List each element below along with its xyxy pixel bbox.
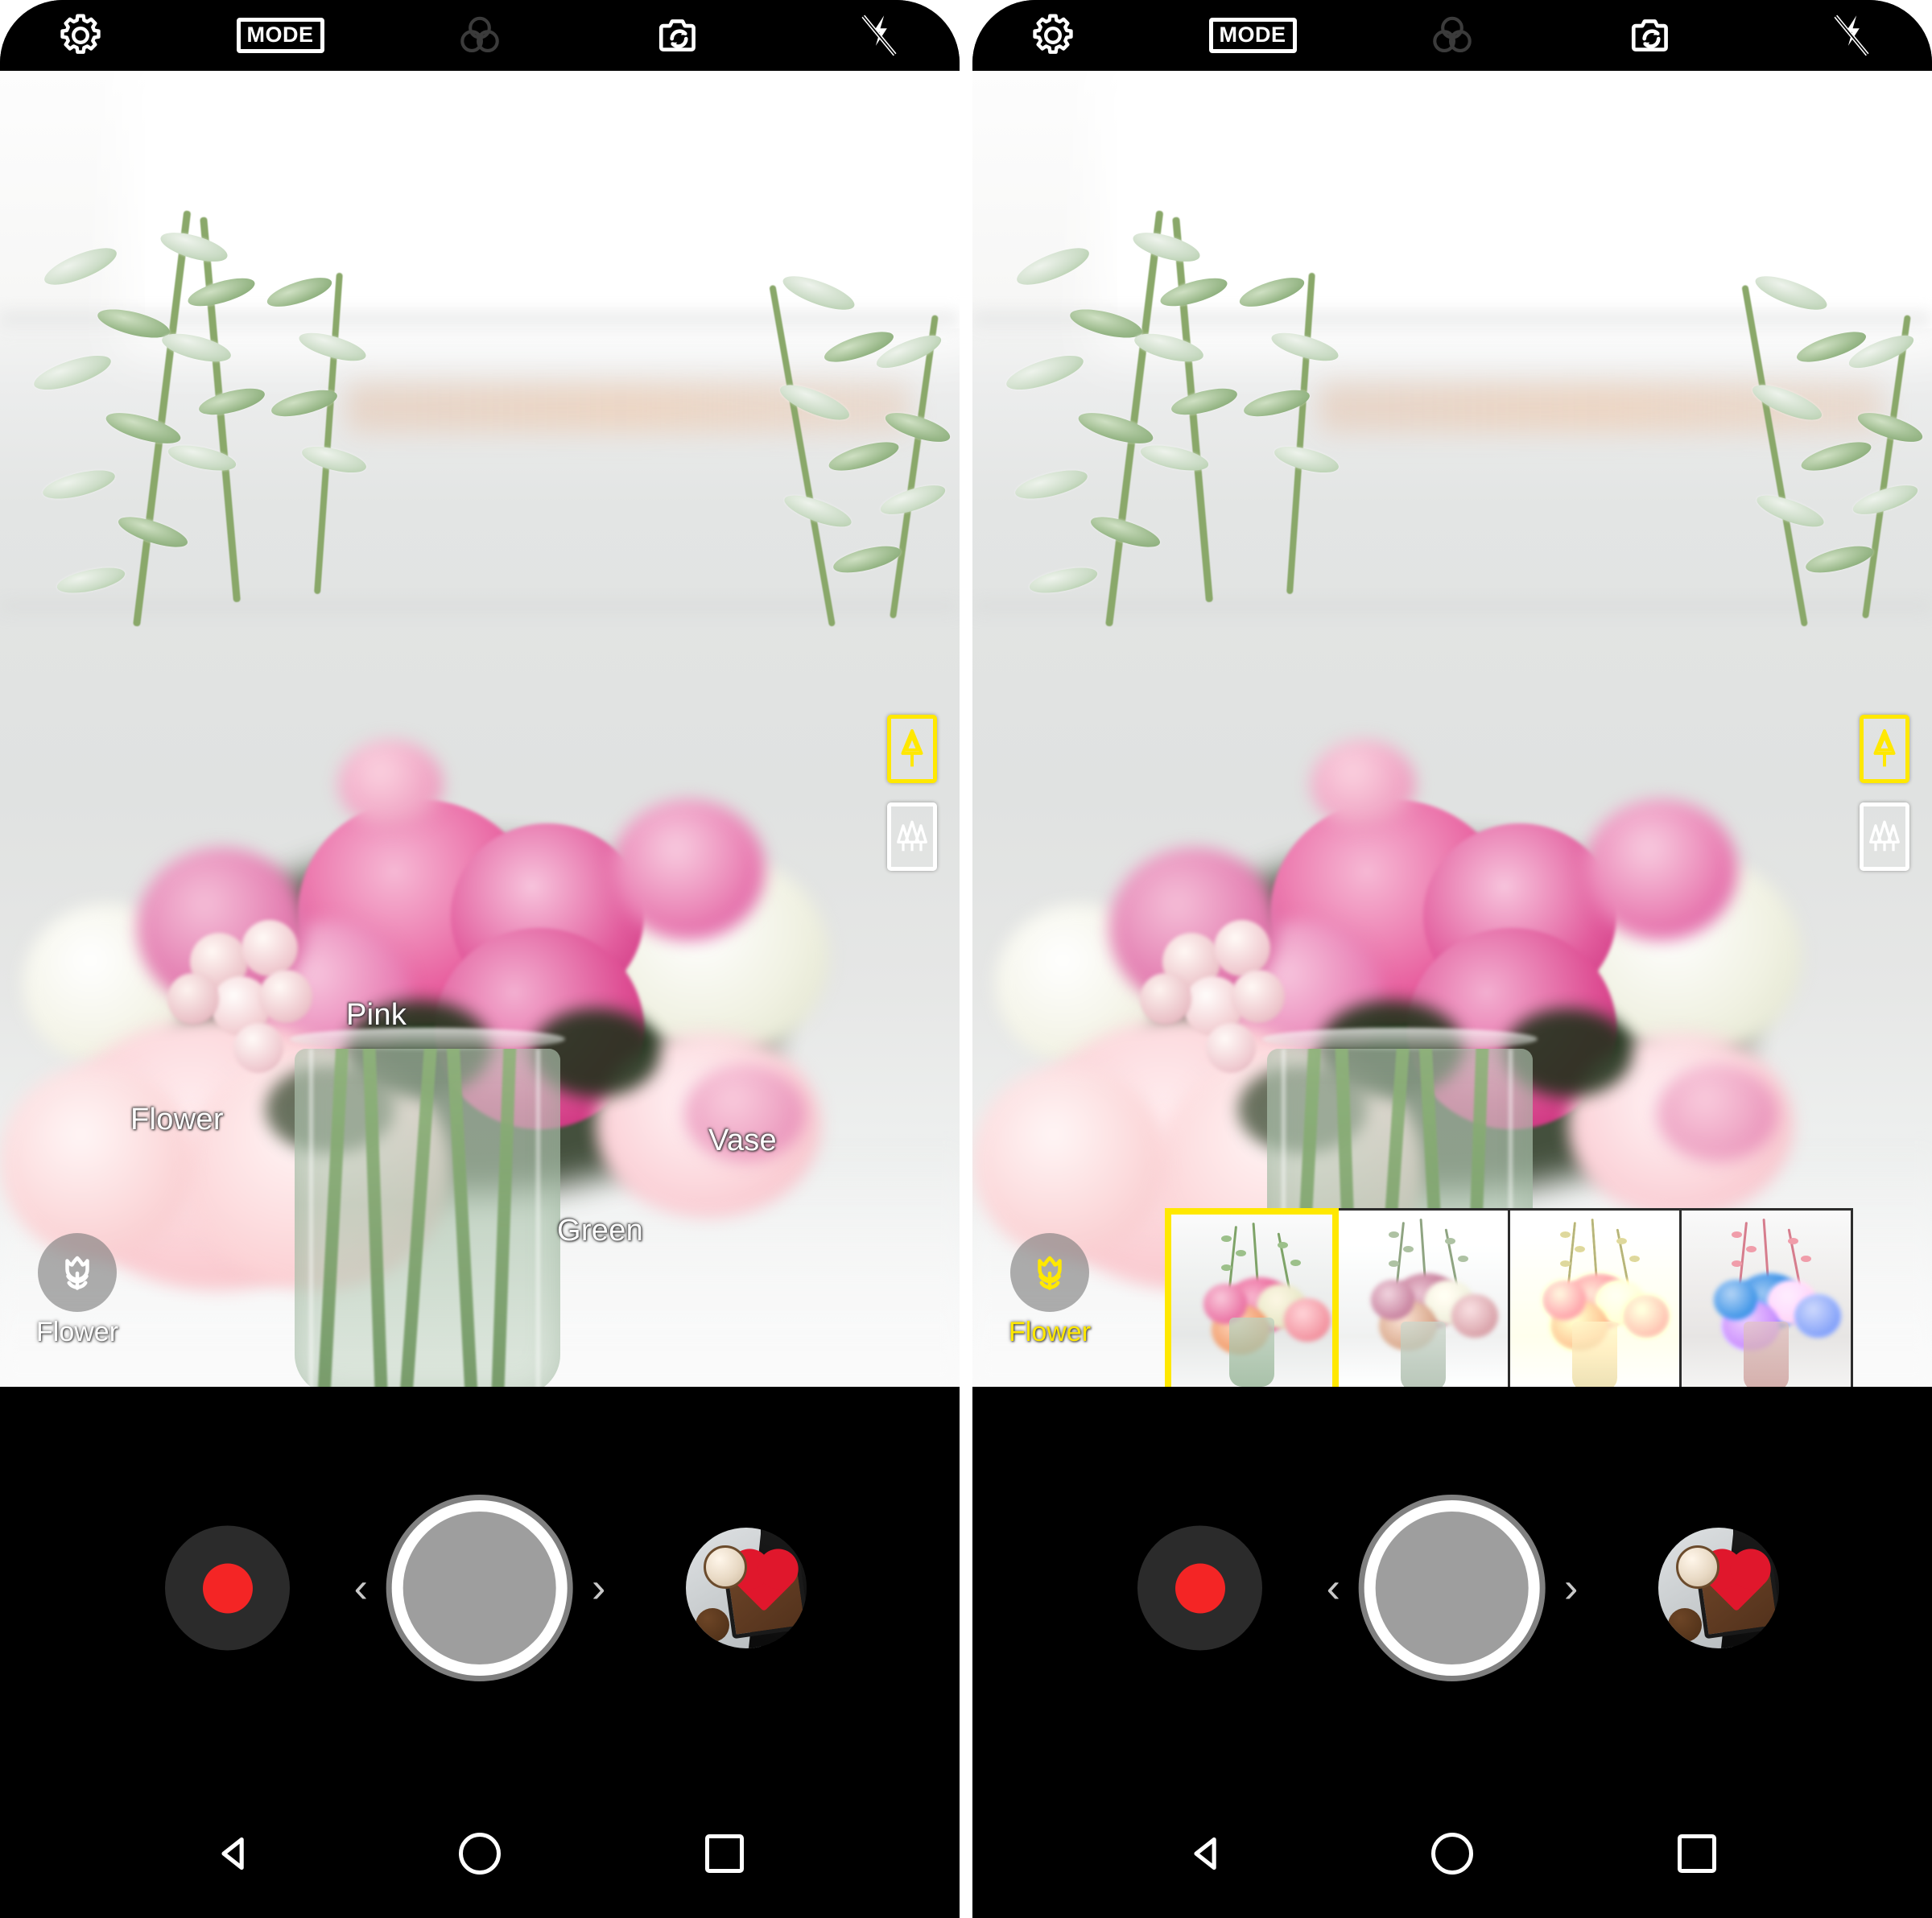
scene-label-vase: Vase (708, 1124, 777, 1157)
subject-toggle-group-left (887, 715, 937, 871)
camera-controls-left: ‹ › (0, 1387, 960, 1789)
record-dot-icon (202, 1563, 253, 1613)
video-record-button[interactable] (1137, 1525, 1262, 1651)
nav-recents[interactable] (1653, 1817, 1741, 1890)
flash-button[interactable] (840, 6, 918, 64)
vase-rim (1262, 1028, 1538, 1050)
recents-square-icon (1678, 1834, 1716, 1873)
android-navbar-left (0, 1789, 960, 1918)
mode-label: MODE (236, 18, 324, 53)
camera-toolbar-right: MODE (972, 0, 1932, 71)
mode-label: MODE (1208, 18, 1297, 53)
camera-preview (972, 71, 1932, 1387)
camera-switch-icon (658, 19, 696, 52)
settings-button[interactable] (42, 6, 119, 64)
color-circles-icon (1433, 16, 1472, 53)
subject-toggle-group-right (1860, 715, 1909, 871)
scene-mode-circle (38, 1233, 118, 1312)
camera-toolbar-left: MODE (0, 0, 960, 71)
filter-thumbnail-original[interactable] (1165, 1208, 1339, 1387)
filter-thumbnail-soft[interactable] (1336, 1208, 1510, 1387)
filter-thumbnail-warm[interactable] (1508, 1208, 1682, 1387)
record-dot-icon (1174, 1563, 1225, 1613)
shutter-button[interactable] (392, 1500, 568, 1676)
tulip-icon (1038, 1256, 1062, 1290)
multi-flower-toggle[interactable] (887, 802, 937, 871)
viewfinder-left[interactable]: Pink Flower Vase Green Flower (0, 71, 960, 1387)
filters-button[interactable] (1414, 6, 1491, 64)
tulip-icon (65, 1256, 89, 1290)
gallery-image (1658, 1528, 1779, 1648)
multi-flower-toggle[interactable] (1860, 802, 1909, 871)
back-triangle-icon (1194, 1837, 1216, 1871)
flash-button[interactable] (1813, 6, 1890, 64)
prev-mode-chevron[interactable]: ‹ (1327, 1567, 1340, 1609)
multi-flower-icon (897, 819, 927, 851)
shutter-group: ‹ › (354, 1500, 605, 1676)
screenshot-root: MODE Pink Flower Vase Green Flower ‹ › M… (0, 0, 1932, 1918)
single-flower-icon (1873, 728, 1896, 766)
filter-preview-image (1339, 1211, 1508, 1387)
next-mode-chevron[interactable]: › (1564, 1567, 1578, 1609)
android-navbar-right (972, 1789, 1932, 1918)
gallery-thumbnail[interactable] (1658, 1528, 1779, 1648)
vase-rim (290, 1028, 565, 1050)
mode-button[interactable]: MODE (236, 6, 324, 64)
mode-button[interactable]: MODE (1208, 6, 1297, 64)
settings-button[interactable] (1014, 6, 1092, 64)
gallery-image (686, 1528, 807, 1648)
vase (295, 1049, 560, 1387)
camera-preview: Pink Flower Vase Green (0, 71, 960, 1387)
filter-preview-image (1682, 1211, 1851, 1387)
phone-screen-left: MODE Pink Flower Vase Green Flower ‹ › (0, 0, 960, 1918)
scene-mode-pill-right[interactable]: Flower (1009, 1233, 1091, 1348)
scene-mode-label: Flower (36, 1317, 119, 1347)
scene-label-pink: Pink (346, 998, 407, 1032)
filter-preview-image (1171, 1215, 1332, 1387)
nav-home[interactable] (1408, 1817, 1496, 1890)
filters-button[interactable] (441, 6, 518, 64)
switch-camera-button[interactable] (1613, 6, 1690, 64)
next-mode-chevron[interactable]: › (592, 1567, 605, 1609)
viewfinder-right[interactable]: Flower (972, 71, 1932, 1387)
scene-mode-label: Flower (1009, 1317, 1092, 1347)
scene-mode-pill-left[interactable]: Flower (36, 1233, 118, 1348)
gear-icon (60, 14, 101, 54)
scene-label-flower: Flower (130, 1103, 224, 1136)
video-record-button[interactable] (165, 1525, 290, 1651)
phone-screen-right: MODE Flower ‹ › (972, 0, 1932, 1918)
recents-square-icon (705, 1834, 744, 1873)
home-circle-icon (1431, 1833, 1473, 1875)
flash-off-icon (861, 14, 897, 56)
shutter-button[interactable] (1364, 1500, 1540, 1676)
camera-switch-icon (1631, 19, 1668, 52)
single-flower-toggle[interactable] (887, 715, 937, 783)
filter-preview-image (1510, 1211, 1679, 1387)
single-flower-icon (901, 728, 923, 766)
multi-flower-icon (1869, 819, 1900, 851)
camera-controls-right: ‹ › (972, 1387, 1932, 1789)
back-triangle-icon (221, 1837, 244, 1871)
nav-back[interactable] (1163, 1817, 1252, 1890)
gear-icon (1033, 14, 1073, 54)
shutter-group: ‹ › (1327, 1500, 1578, 1676)
filter-suggestion-strip (1165, 1208, 1853, 1387)
scene-mode-circle (1010, 1233, 1090, 1312)
switch-camera-button[interactable] (641, 6, 718, 64)
scene-label-green: Green (557, 1214, 644, 1248)
single-flower-toggle[interactable] (1860, 715, 1909, 783)
flash-off-icon (1834, 14, 1869, 56)
color-circles-icon (460, 16, 499, 53)
home-circle-icon (459, 1833, 501, 1875)
nav-recents[interactable] (680, 1817, 769, 1890)
gallery-thumbnail[interactable] (686, 1528, 807, 1648)
nav-back[interactable] (191, 1817, 279, 1890)
nav-home[interactable] (436, 1817, 524, 1890)
prev-mode-chevron[interactable]: ‹ (354, 1567, 368, 1609)
filter-thumbnail-cool[interactable] (1679, 1208, 1853, 1387)
